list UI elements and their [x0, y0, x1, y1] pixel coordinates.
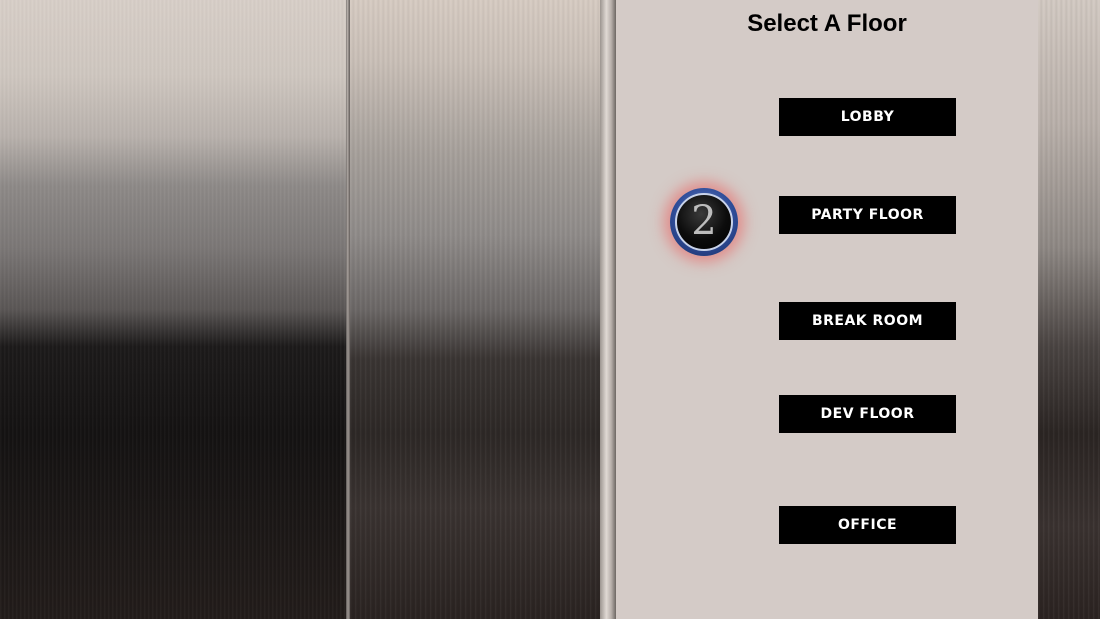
panel-title: Select A Floor [747, 10, 907, 37]
current-floor-number: 2 [691, 198, 717, 244]
door-frame-edge [600, 0, 616, 619]
floor-button-break-room[interactable]: BREAK ROOM [779, 302, 956, 340]
floor-button-office[interactable]: OFFICE [779, 506, 956, 544]
elevator-door-left [0, 0, 348, 619]
elevator-wall-right [1038, 0, 1100, 619]
floor-select-panel: Select A Floor 2 LOBBY PARTY FLOOR BREAK… [616, 0, 1038, 619]
floor-button-dev-floor[interactable]: DEV FLOOR [779, 395, 956, 433]
elevator-door-right [350, 0, 602, 619]
floor-indicator-face: 2 [675, 193, 733, 251]
elevator-scene: Select A Floor 2 LOBBY PARTY FLOOR BREAK… [0, 0, 1100, 619]
floor-button-lobby[interactable]: LOBBY [779, 98, 956, 136]
floor-button-party-floor[interactable]: PARTY FLOOR [779, 196, 956, 234]
current-floor-indicator: 2 [670, 188, 738, 256]
